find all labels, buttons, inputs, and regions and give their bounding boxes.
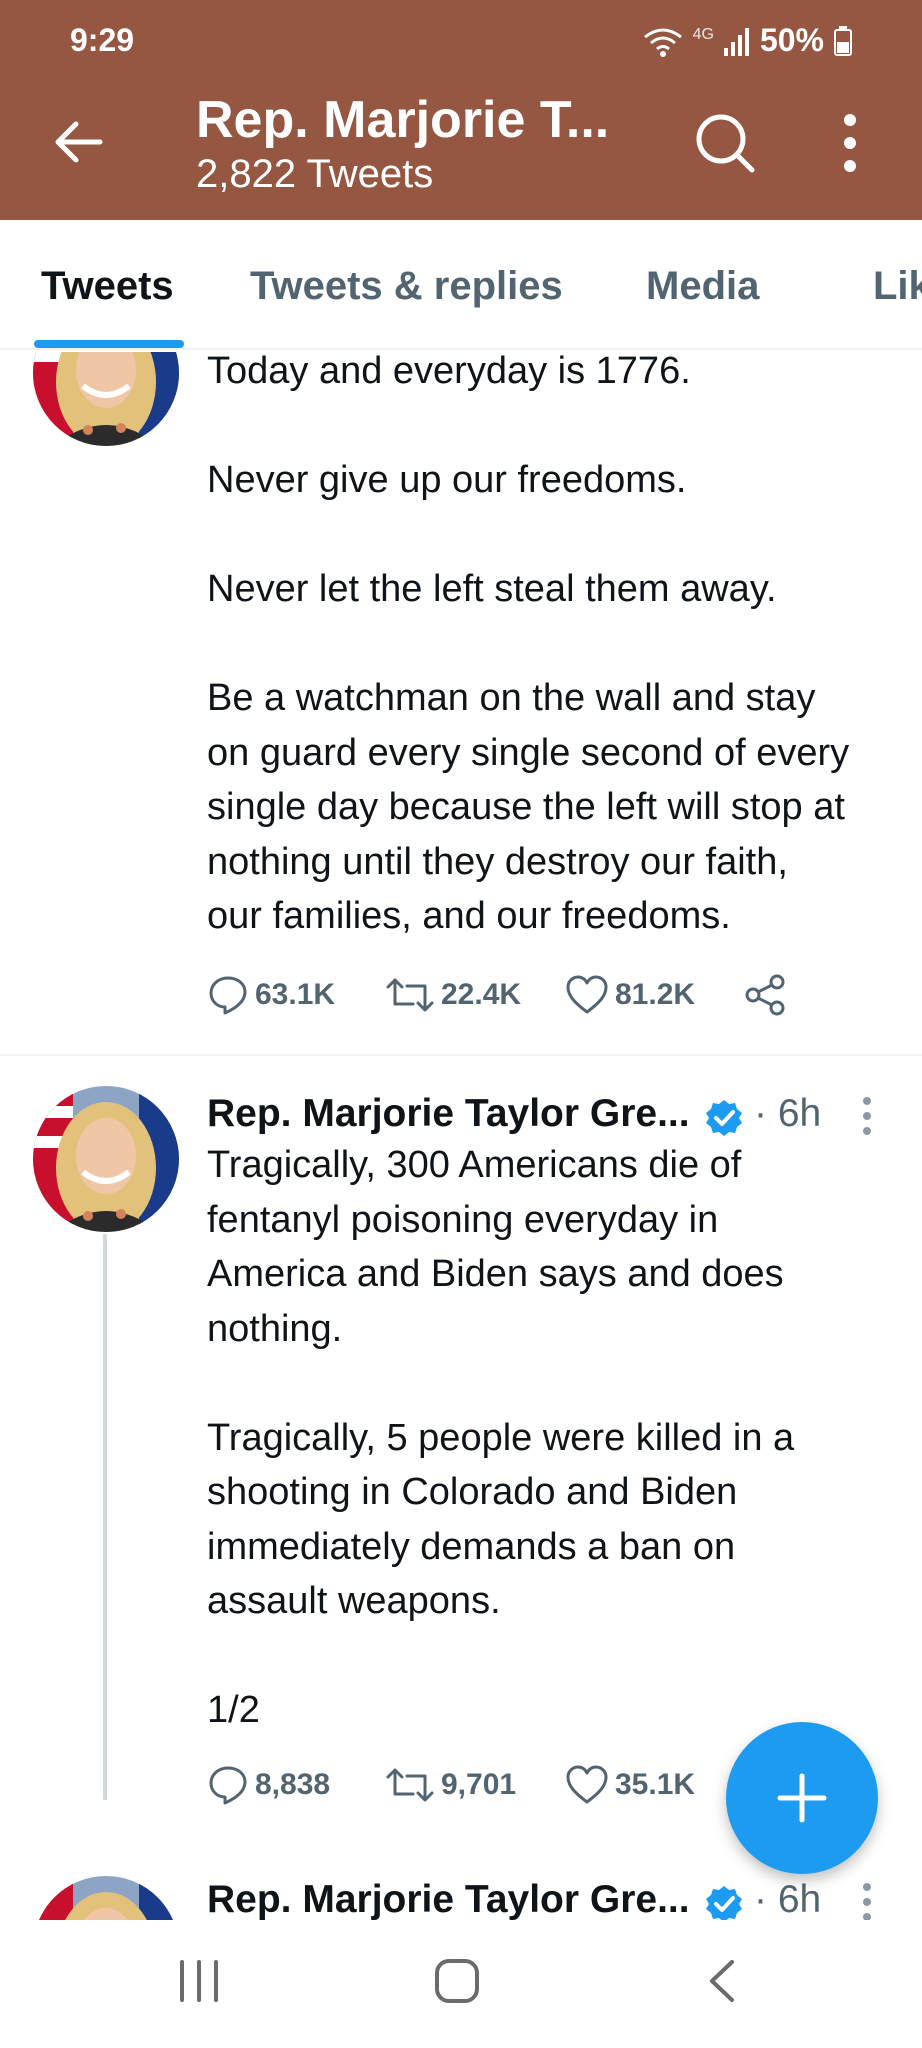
retweet-count: 22.4K [441, 978, 522, 1011]
app-header: 9:29 4G 50% Rep. Marjorie T... 2,822 Twe… [0, 0, 922, 220]
tweet-text: Today and everyday is 1776. Never give u… [207, 352, 850, 937]
like-count: 35.1K [615, 1768, 696, 1801]
avatar[interactable] [33, 352, 179, 446]
reply-count: 63.1K [255, 978, 336, 1011]
system-navigation-bar [0, 1920, 922, 2048]
like-button[interactable]: 35.1K [565, 1764, 695, 1806]
tweet-more-icon[interactable] [859, 1882, 875, 1920]
battery-icon [834, 25, 852, 56]
like-icon [566, 1765, 608, 1804]
home-icon[interactable] [434, 1958, 480, 2004]
tweet-count: 2,822 Tweets [196, 152, 434, 196]
like-icon [566, 975, 608, 1014]
battery-percent: 50% [759, 22, 824, 58]
avatar[interactable] [33, 1876, 179, 1920]
search-icon[interactable] [694, 112, 756, 174]
recent-apps-icon[interactable] [176, 1958, 222, 2004]
tweet-author-name[interactable]: Rep. Marjorie Taylor Gre... [207, 1092, 690, 1136]
like-count: 81.2K [615, 978, 696, 1011]
reply-icon [209, 976, 247, 1015]
retweet-icon [386, 978, 434, 1012]
avatar[interactable] [33, 1086, 179, 1232]
signal-icon [723, 27, 749, 56]
tweet-text: Tragically, 300 Americans die of fentany… [207, 1144, 795, 1731]
tab-likes[interactable]: Lik [873, 264, 922, 309]
profile-name-title: Rep. Marjorie T... [196, 91, 610, 149]
like-button[interactable]: 81.2K [565, 974, 695, 1016]
share-icon [745, 974, 785, 1016]
reply-icon [209, 1766, 247, 1805]
more-vertical-icon[interactable] [836, 112, 864, 174]
thread-connector [103, 1234, 107, 1800]
nav-back-icon[interactable] [700, 1958, 746, 2004]
profile-tabs: Tweets Tweets & replies Media Lik [0, 220, 922, 350]
tab-media[interactable]: Media [646, 264, 759, 309]
reply-button[interactable]: 8,838 [207, 1764, 330, 1806]
tab-tweets-replies[interactable]: Tweets & replies [250, 264, 563, 309]
compose-plus-icon [777, 1773, 827, 1823]
verified-badge-icon [706, 1100, 742, 1136]
back-arrow-icon[interactable] [50, 115, 104, 169]
tweet-feed[interactable]: Today and everyday is 1776. Never give u… [0, 352, 922, 1920]
retweet-button[interactable]: 22.4K [385, 974, 521, 1016]
active-tab-indicator [34, 340, 184, 348]
tweet-timestamp: · 6h [754, 1092, 822, 1135]
share-button[interactable] [743, 974, 787, 1016]
retweet-icon [386, 1768, 434, 1802]
verified-badge-icon [706, 1886, 742, 1920]
status-time: 9:29 [70, 22, 135, 58]
status-indicators: 4G 50% [643, 22, 852, 59]
wifi-calling-icon [643, 28, 682, 57]
tweet-actions: 63.1K 22.4K 81.2K [207, 974, 827, 1024]
reply-count: 8,838 [255, 1768, 331, 1801]
tweet-more-icon[interactable] [859, 1096, 875, 1136]
tab-tweets[interactable]: Tweets [41, 264, 174, 309]
tweet-author-name[interactable]: Rep. Marjorie Taylor Gre... [207, 1878, 690, 1920]
reply-button[interactable]: 63.1K [207, 974, 335, 1016]
compose-tweet-button[interactable] [726, 1722, 878, 1874]
network-type-label: 4G [692, 25, 714, 43]
retweet-button[interactable]: 9,701 [385, 1764, 516, 1806]
tweet-timestamp: · 6h [754, 1878, 822, 1920]
tweet-divider [0, 1054, 922, 1056]
retweet-count: 9,701 [441, 1768, 517, 1801]
